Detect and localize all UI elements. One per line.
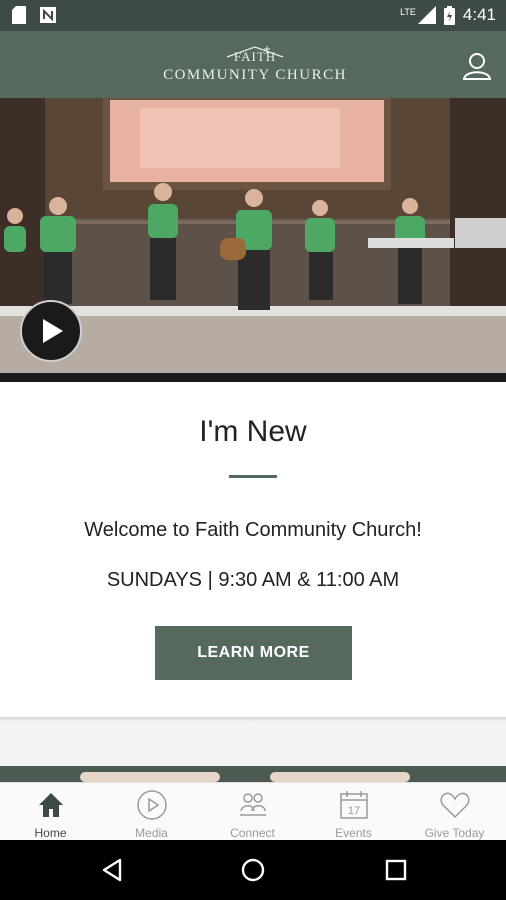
im-new-card: I'm New Welcome to Faith Community Churc… [0, 382, 506, 717]
nav-connect[interactable]: Connect [202, 783, 303, 841]
nav-home[interactable]: Home [0, 783, 101, 841]
play-button[interactable] [20, 300, 82, 362]
section-separator [0, 721, 506, 766]
title-divider [229, 475, 277, 478]
heart-icon [440, 792, 470, 819]
bottom-navigation: Home Media Connect 17 Events Give Today [0, 782, 506, 841]
logo-top-text: FAITH [233, 49, 277, 64]
status-time: 4:41 [462, 5, 496, 24]
n-notification-icon [40, 7, 56, 23]
home-circle-icon[interactable] [240, 857, 266, 883]
signal-icon [417, 6, 436, 24]
service-times: SUNDAYS | 9:30 AM & 11:00 AM [106, 569, 400, 591]
profile-icon[interactable] [462, 51, 492, 81]
network-type: LTE [400, 7, 416, 17]
nav-connect-label: Connect [230, 826, 275, 840]
status-left-icons [12, 6, 56, 24]
recents-icon[interactable] [385, 859, 407, 881]
nav-home-label: Home [34, 826, 67, 840]
connect-icon [240, 793, 266, 816]
calendar-day: 17 [348, 805, 360, 817]
nav-give-today-label: Give Today [424, 826, 485, 840]
nav-media-label: Media [135, 826, 168, 840]
nav-give-today[interactable]: Give Today [404, 783, 505, 841]
app-header: FAITH COMMUNITY CHURCH [0, 31, 506, 98]
next-card-preview[interactable] [0, 766, 506, 782]
sd-card-icon [12, 6, 26, 24]
hero-video-thumbnail[interactable] [0, 98, 506, 382]
logo-bottom-text: COMMUNITY CHURCH [163, 67, 347, 83]
nav-events[interactable]: 17 Events [303, 783, 404, 841]
learn-more-button[interactable]: LEARN MORE [155, 626, 352, 680]
nav-events-label: Events [335, 826, 372, 840]
church-logo[interactable]: FAITH COMMUNITY CHURCH [150, 45, 360, 89]
battery-icon [443, 5, 455, 25]
status-bar: LTE 4:41 [0, 0, 506, 31]
home-icon [39, 793, 63, 817]
card-title: I'm New [199, 415, 307, 448]
system-navigation-bar [0, 840, 506, 900]
back-icon[interactable] [100, 858, 124, 882]
next-card-image [0, 766, 506, 782]
nav-media[interactable]: Media [101, 783, 202, 841]
calendar-icon: 17 [340, 791, 368, 819]
play-circle-icon [137, 790, 167, 820]
play-icon [43, 319, 63, 343]
welcome-text: Welcome to Faith Community Church! [84, 519, 422, 541]
status-right: LTE 4:41 [400, 5, 496, 25]
